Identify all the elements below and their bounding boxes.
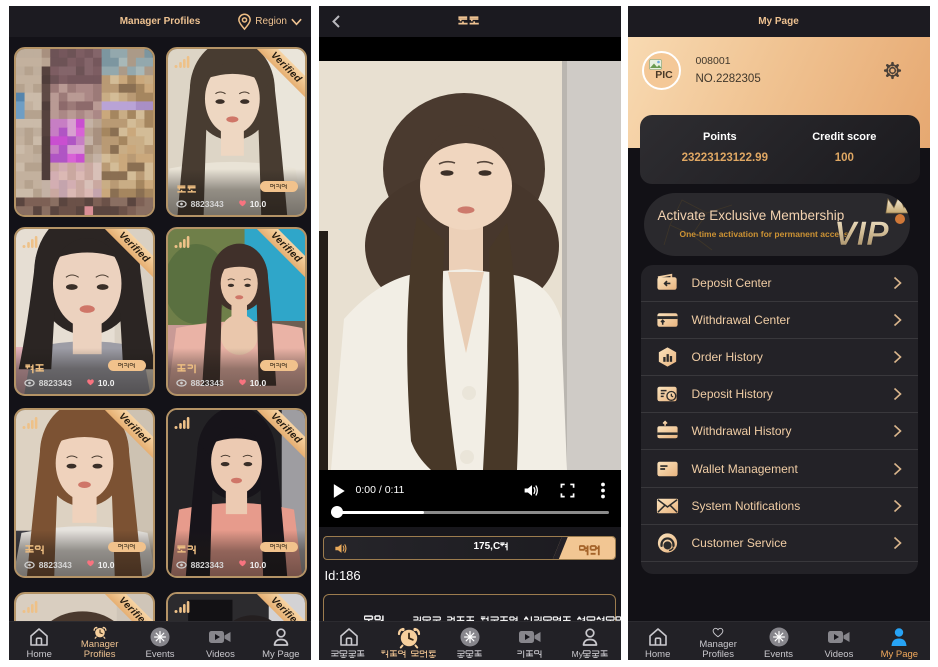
svg-text:VIP: VIP xyxy=(834,215,889,253)
